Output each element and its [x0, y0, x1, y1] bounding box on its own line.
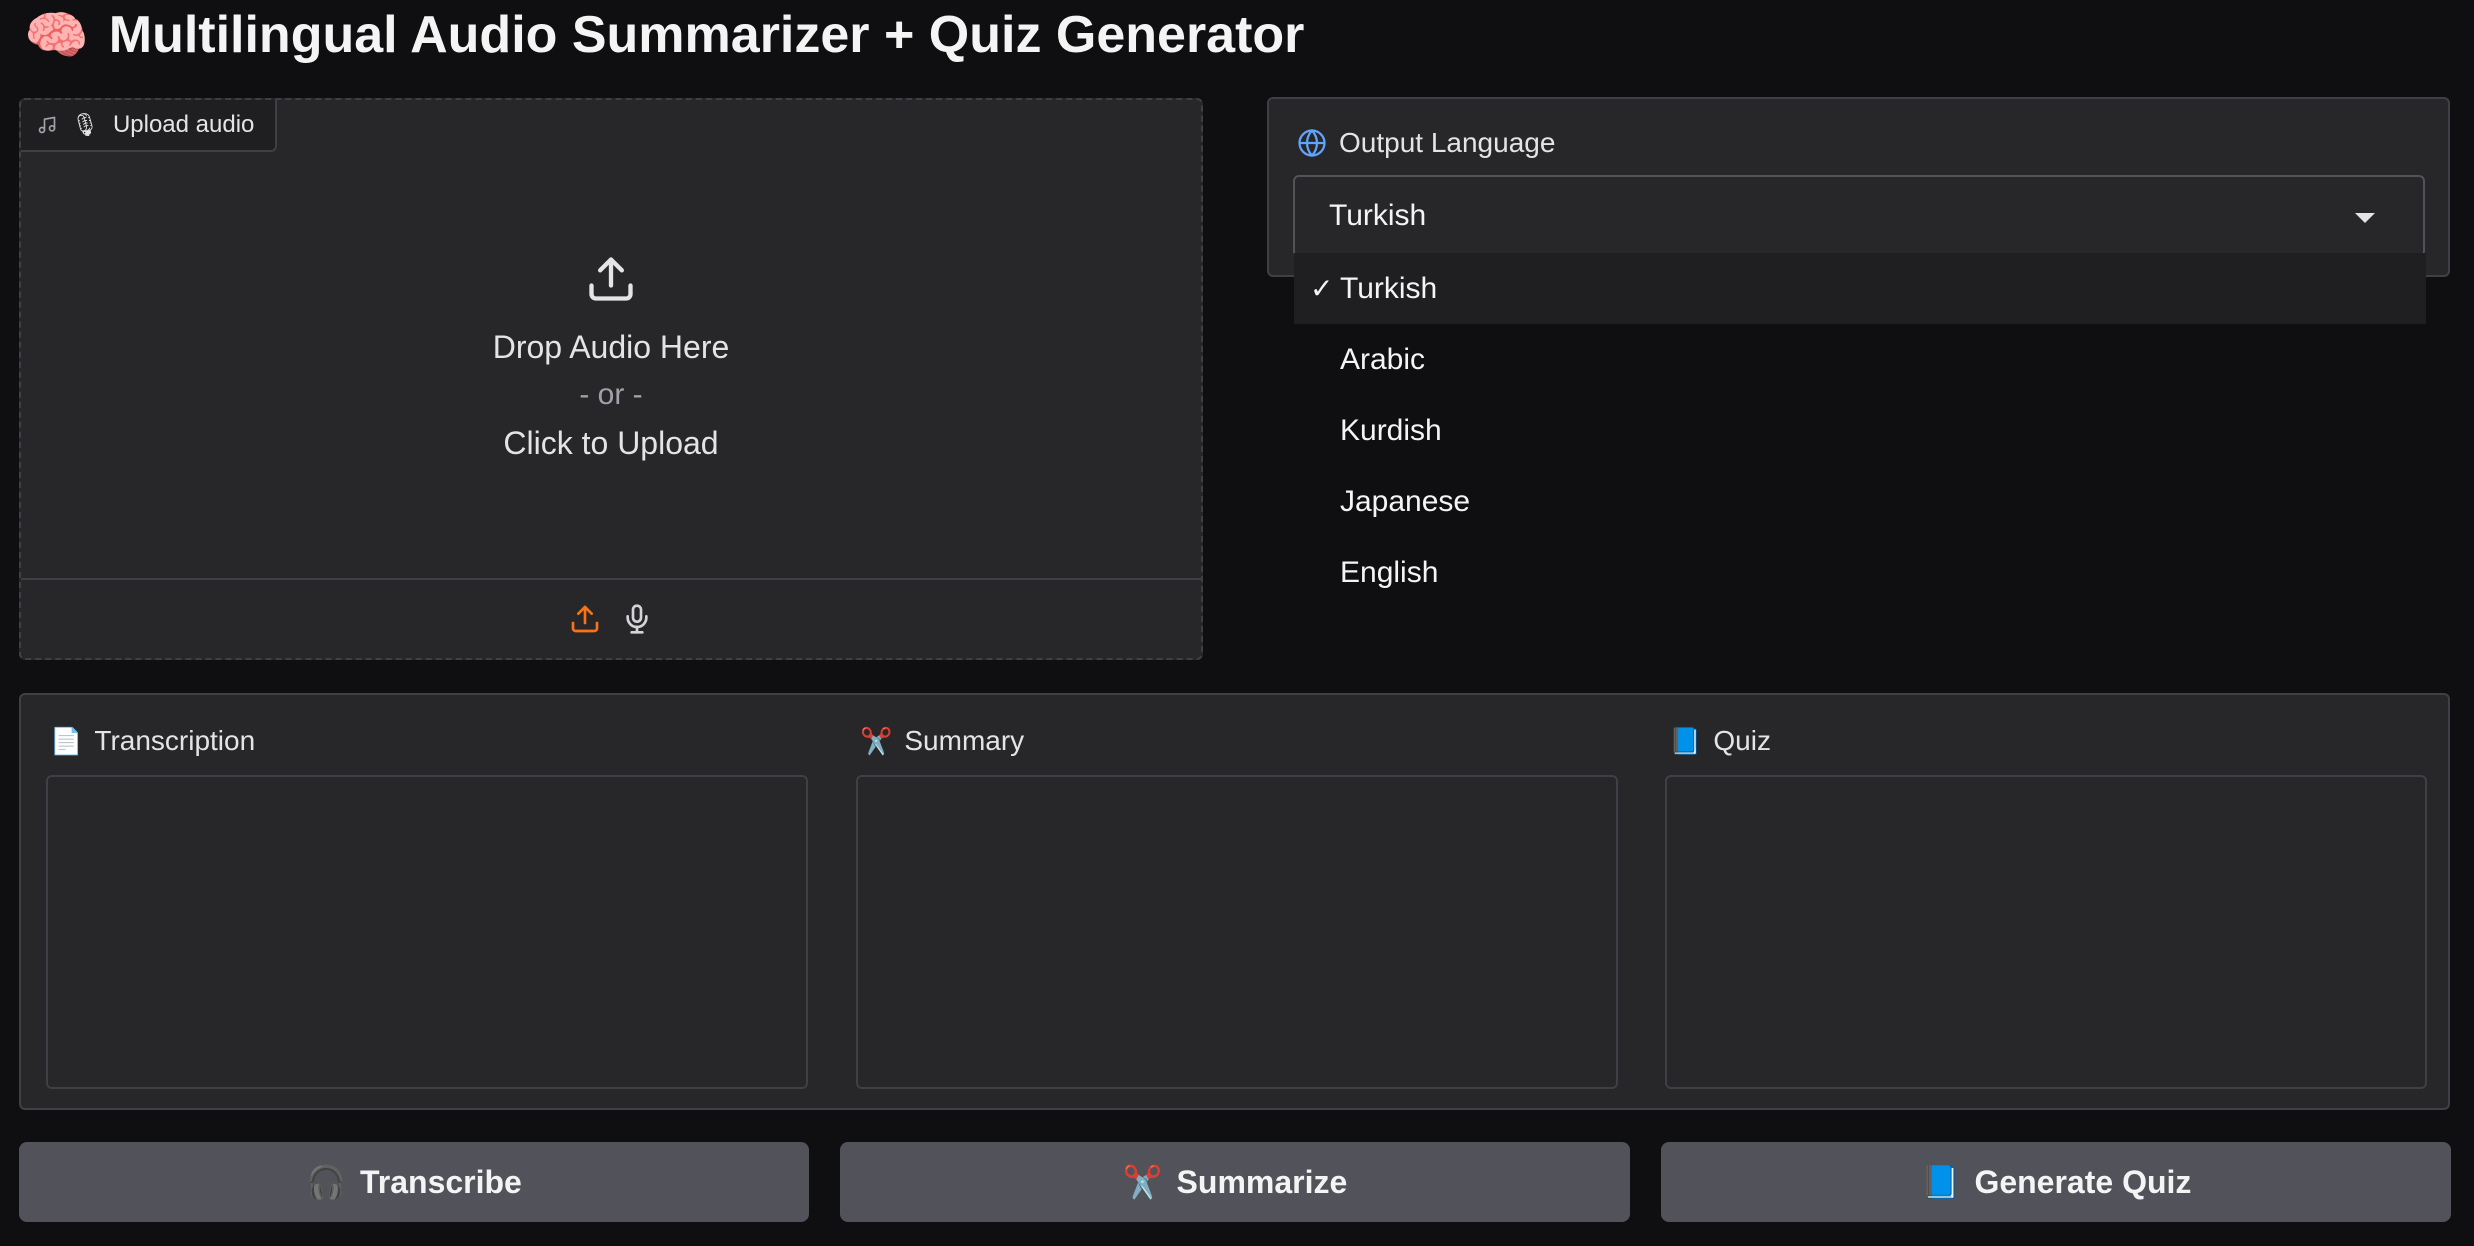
transcription-label: 📄 Transcription	[50, 723, 255, 759]
output-language-label-text: Output Language	[1339, 127, 1556, 158]
page-title-text: Multilingual Audio Summarizer + Quiz Gen…	[108, 6, 1305, 64]
language-option-arabic[interactable]: Arabic	[1294, 324, 2426, 395]
drop-audio-text: Drop Audio Here	[492, 329, 730, 365]
language-option-japanese[interactable]: Japanese	[1294, 466, 2426, 537]
audio-drop-zone[interactable]: Drop Audio Here - or - Click to Upload	[21, 100, 1201, 580]
transcription-column: 📄 Transcription	[46, 695, 808, 1108]
outputs-panel: 📄 Transcription ✂️ Summary 📘 Quiz	[19, 693, 2450, 1110]
scissors-icon: ✂️	[860, 725, 893, 756]
audio-upload-panel[interactable]: Drop Audio Here - or - Click to Upload 🎙…	[19, 98, 1203, 660]
quiz-label: 📘 Quiz	[1669, 723, 1771, 759]
headphones-icon: 🎧	[306, 1163, 346, 1201]
summary-textbox[interactable]	[856, 775, 1618, 1089]
language-dropdown-list: ✓ Turkish Arabic Kurdish Japanese Englis…	[1294, 253, 2426, 608]
blue-book-icon: 📘	[1920, 1163, 1961, 1201]
blue-book-icon: 📘	[1669, 725, 1702, 756]
language-option-label: Kurdish	[1340, 413, 1442, 447]
language-option-kurdish[interactable]: Kurdish	[1294, 395, 2426, 466]
summarize-button[interactable]: ✂️ Summarize	[840, 1142, 1630, 1222]
scissors-icon: ✂️	[1122, 1163, 1163, 1201]
summary-label-text: Summary	[904, 725, 1025, 756]
upload-source-icon[interactable]	[569, 603, 601, 635]
document-icon: 📄	[50, 725, 83, 756]
quiz-column: 📘 Quiz	[1665, 695, 2427, 1108]
language-option-label: Turkish	[1340, 271, 1438, 305]
language-select-value: Turkish	[1329, 199, 1427, 232]
quiz-label-text: Quiz	[1713, 725, 1771, 756]
summary-label: ✂️ Summary	[860, 723, 1024, 759]
language-option-label: Japanese	[1340, 484, 1471, 518]
check-icon: ✓	[1310, 273, 1334, 304]
upload-source-bar	[21, 578, 1201, 658]
microphone-source-icon[interactable]	[621, 602, 653, 636]
summarize-button-label: Summarize	[1176, 1163, 1348, 1200]
language-option-label: Arabic	[1340, 342, 1426, 376]
generate-quiz-button-label: Generate Quiz	[1974, 1163, 2192, 1200]
language-select[interactable]: Turkish	[1293, 175, 2425, 257]
microphone-emoji-icon: 🎙	[71, 112, 99, 137]
click-to-upload-text: Click to Upload	[503, 425, 719, 461]
transcribe-button-label: Transcribe	[359, 1163, 522, 1200]
upload-audio-label: 🎙 Upload audio	[21, 100, 277, 152]
language-option-english[interactable]: English	[1294, 537, 2426, 608]
transcription-textbox[interactable]	[46, 775, 808, 1089]
transcribe-button[interactable]: 🎧 Transcribe	[19, 1142, 809, 1222]
language-option-turkish[interactable]: ✓ Turkish	[1294, 253, 2426, 324]
chevron-down-icon	[2355, 213, 2375, 223]
brain-icon: 🧠	[24, 6, 89, 65]
upload-icon	[589, 257, 633, 301]
transcription-label-text: Transcription	[94, 725, 256, 756]
globe-icon	[1298, 128, 1326, 158]
upload-audio-label-text: Upload audio	[112, 111, 255, 138]
summary-column: ✂️ Summary	[856, 695, 1618, 1108]
page-title: 🧠 Multilingual Audio Summarizer + Quiz G…	[24, 4, 1304, 66]
generate-quiz-button[interactable]: 📘 Generate Quiz	[1661, 1142, 2451, 1222]
music-note-icon	[38, 116, 56, 134]
output-language-label: Output Language	[1297, 125, 1555, 161]
drop-or-text: - or -	[579, 378, 643, 411]
language-option-label: English	[1340, 555, 1439, 589]
quiz-textbox[interactable]	[1665, 775, 2427, 1089]
output-language-panel: Output Language Turkish	[1267, 97, 2450, 277]
